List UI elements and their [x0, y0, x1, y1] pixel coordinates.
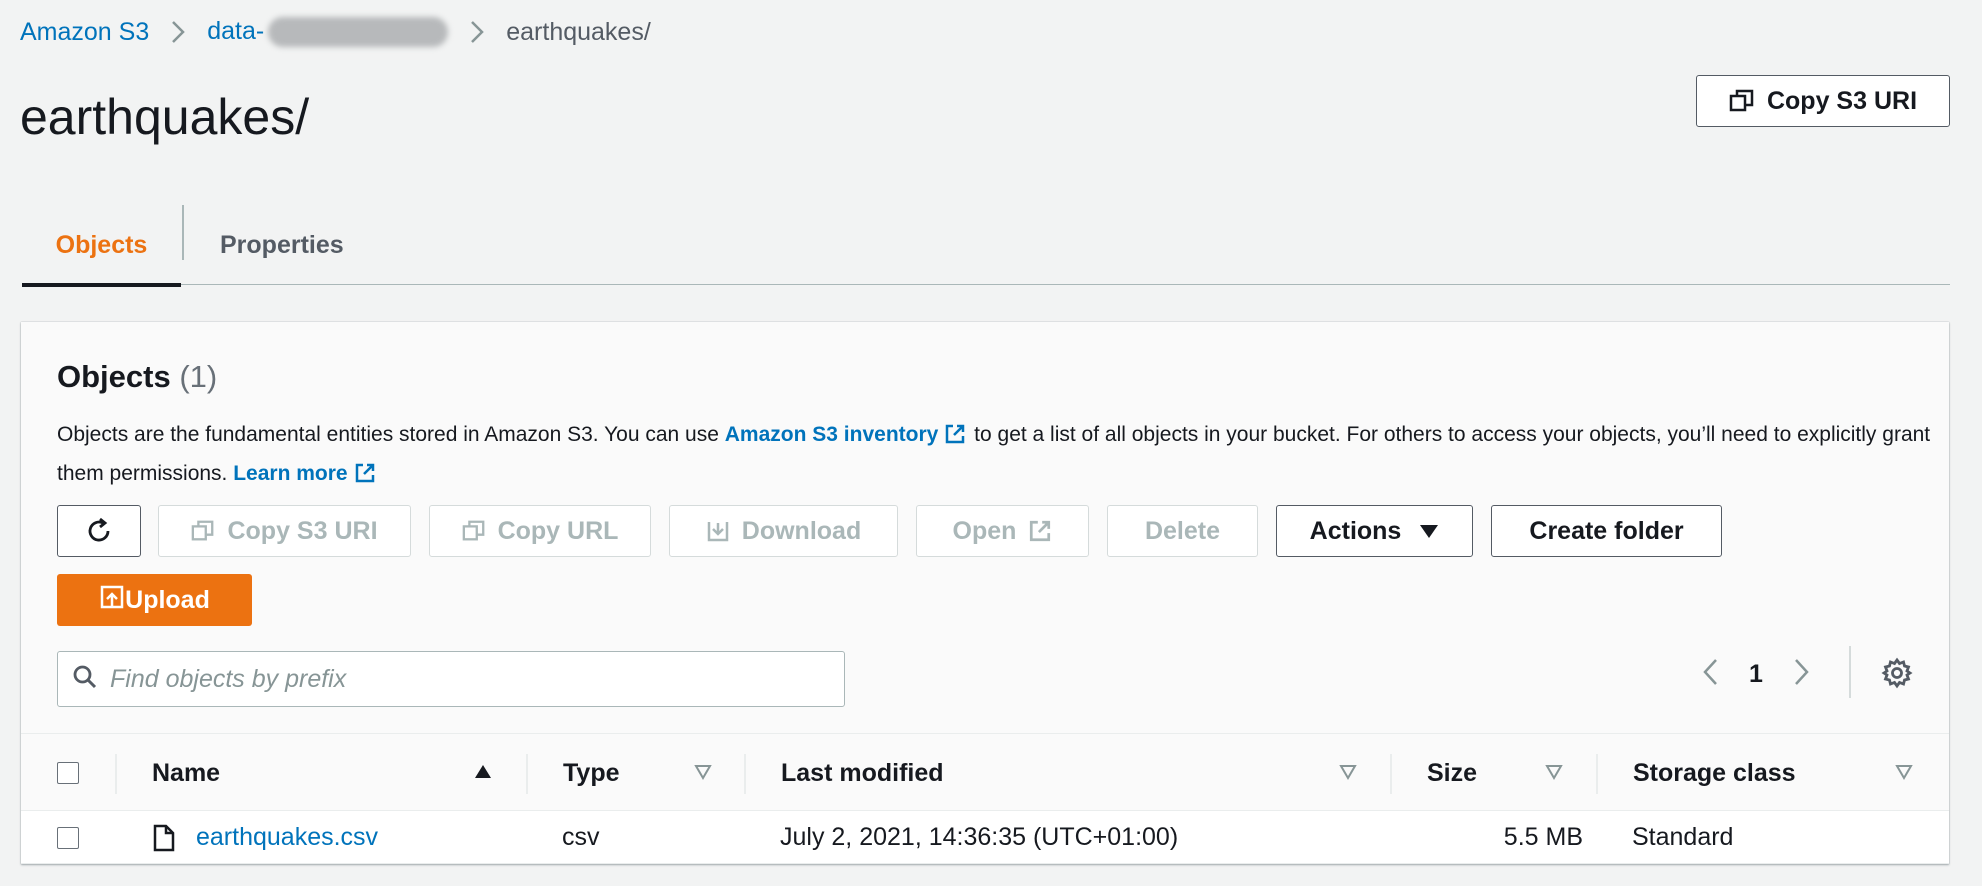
- copy-icon: [462, 519, 486, 543]
- column-separator: [526, 754, 528, 794]
- open-label: Open: [952, 516, 1017, 545]
- page-number[interactable]: 1: [1749, 660, 1763, 689]
- caret-down-icon: [1419, 523, 1439, 539]
- external-link-icon: [944, 421, 966, 456]
- column-header-size[interactable]: Size: [1427, 734, 1477, 812]
- download-label: Download: [741, 516, 862, 545]
- refresh-button[interactable]: [57, 505, 141, 557]
- copy-icon: [191, 519, 215, 543]
- panel-title-text: Objects: [57, 359, 171, 394]
- breadcrumb-bucket[interactable]: data-: [207, 17, 449, 48]
- open-button[interactable]: Open: [916, 505, 1089, 557]
- object-name[interactable]: earthquakes.csv: [196, 823, 378, 852]
- sort-icon[interactable]: [1338, 762, 1358, 782]
- chevron-right-icon[interactable]: [1793, 657, 1811, 692]
- refresh-icon: [84, 516, 114, 546]
- s3-inventory-link[interactable]: Amazon S3 inventory: [725, 423, 939, 446]
- chevron-right-icon: [171, 20, 186, 44]
- copy-icon: [1729, 88, 1755, 114]
- search-icon: [72, 664, 98, 695]
- gear-icon[interactable]: [1881, 657, 1913, 694]
- table-row: earthquakes.csv csv July 2, 2021, 14:36:…: [21, 811, 1949, 864]
- copy-s3-uri-button[interactable]: Copy S3 URI: [1696, 75, 1950, 127]
- create-folder-button[interactable]: Create folder: [1491, 505, 1722, 557]
- column-header-type[interactable]: Type: [563, 734, 620, 812]
- copy-url-button[interactable]: Copy URL: [429, 505, 651, 557]
- column-header-storage-class[interactable]: Storage class: [1633, 734, 1796, 812]
- chevron-left-icon[interactable]: [1701, 657, 1719, 692]
- sort-icon[interactable]: [693, 762, 713, 782]
- tab-list: Objects Properties: [22, 205, 1950, 287]
- tab-properties-label: Properties: [220, 230, 344, 259]
- objects-count: (1): [179, 359, 218, 394]
- description-text: Objects are the fundamental entities sto…: [57, 423, 725, 446]
- breadcrumb-current: earthquakes/: [506, 17, 651, 46]
- row-checkbox[interactable]: [57, 811, 79, 864]
- copy-url-label: Copy URL: [497, 516, 619, 545]
- download-icon: [706, 519, 730, 543]
- copy-s3-uri-label: Copy S3 URI: [227, 516, 378, 545]
- search-input[interactable]: [110, 664, 810, 694]
- file-icon: [152, 811, 176, 864]
- upload-icon: [99, 584, 125, 617]
- objects-table-header: Name Type Last modified Size Storage cla…: [21, 733, 1949, 811]
- object-size: 5.5 MB: [1503, 823, 1583, 851]
- column-header-last-modified[interactable]: Last modified: [781, 734, 944, 812]
- tab-objects[interactable]: Objects: [22, 205, 181, 287]
- objects-panel: Objects (1) Objects are the fundamental …: [21, 322, 1949, 864]
- column-separator: [744, 754, 746, 794]
- object-name-link[interactable]: earthquakes.csv: [196, 811, 378, 864]
- object-type: csv: [562, 823, 600, 851]
- create-folder-label: Create folder: [1529, 516, 1684, 545]
- pagination-divider: [1849, 646, 1851, 698]
- download-button[interactable]: Download: [669, 505, 898, 557]
- select-all-checkbox[interactable]: [57, 734, 79, 812]
- objects-panel-title: Objects (1): [57, 359, 217, 395]
- page-title: earthquakes/: [20, 89, 310, 145]
- learn-more-link[interactable]: Learn more: [233, 462, 347, 485]
- sort-ascending-icon[interactable]: [473, 762, 493, 782]
- delete-button[interactable]: Delete: [1107, 505, 1258, 557]
- actions-label: Actions: [1309, 516, 1402, 545]
- column-separator: [1596, 754, 1598, 794]
- chevron-right-icon: [470, 20, 485, 44]
- upload-label: Upload: [125, 585, 210, 614]
- breadcrumb: Amazon S3 data- earthquakes/: [20, 14, 651, 50]
- column-header-name[interactable]: Name: [152, 734, 220, 812]
- column-separator: [1390, 754, 1392, 794]
- object-storage-class: Standard: [1632, 823, 1734, 851]
- delete-label: Delete: [1144, 516, 1221, 545]
- external-link-icon: [354, 460, 376, 495]
- upload-button[interactable]: Upload: [57, 574, 252, 626]
- tab-objects-label: Objects: [55, 230, 148, 259]
- tab-properties[interactable]: Properties: [220, 205, 344, 285]
- objects-description: Objects are the fundamental entities sto…: [57, 417, 1937, 495]
- sort-icon[interactable]: [1894, 762, 1914, 782]
- sort-icon[interactable]: [1544, 762, 1564, 782]
- breadcrumb-amazon-s3[interactable]: Amazon S3: [20, 18, 149, 47]
- actions-dropdown-button[interactable]: Actions: [1276, 505, 1473, 557]
- objects-toolbar: Copy S3 URI Copy URL Download Open Delet…: [57, 505, 1957, 557]
- search-field[interactable]: [57, 651, 845, 707]
- tab-divider: [182, 205, 184, 260]
- object-last-modified: July 2, 2021, 14:36:35 (UTC+01:00): [780, 823, 1179, 851]
- copy-s3-uri-toolbar-button[interactable]: Copy S3 URI: [158, 505, 411, 557]
- column-separator: [115, 754, 117, 794]
- pagination: 1: [1701, 644, 1811, 704]
- external-link-icon: [1028, 519, 1052, 543]
- copy-s3-uri-label: Copy S3 URI: [1766, 86, 1918, 115]
- redacted-bucket-name: [268, 17, 449, 48]
